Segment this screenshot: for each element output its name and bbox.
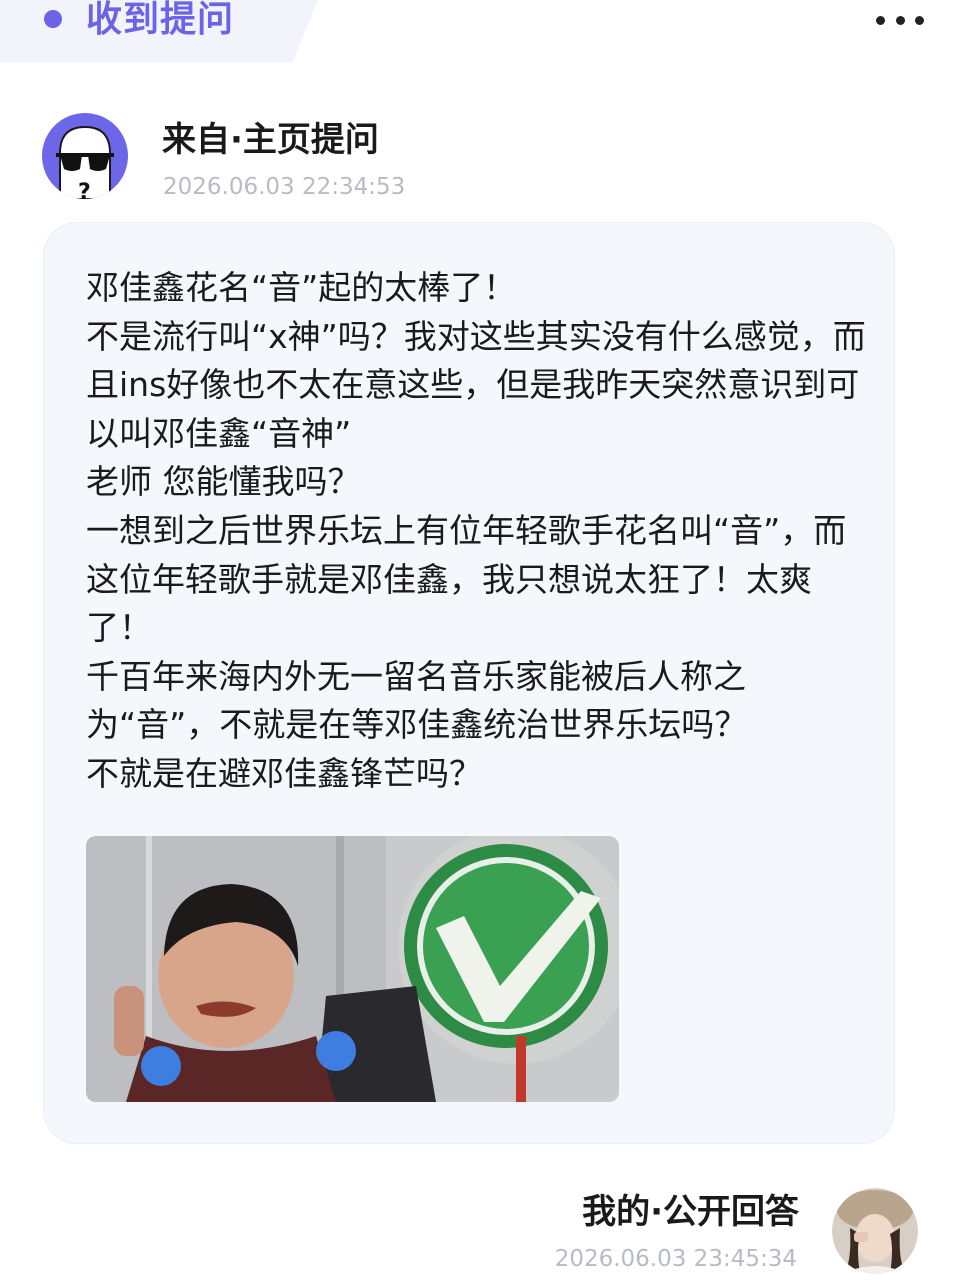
answer-timestamp: 2026.06.03 23:45:34 xyxy=(554,1246,797,1272)
more-dots-icon xyxy=(876,15,885,25)
answerer-avatar[interactable] xyxy=(832,1188,918,1274)
asker-avatar[interactable]: ? xyxy=(42,113,128,199)
page-title: 收到提问 xyxy=(86,0,235,40)
answer-label: 我的·公开回答 xyxy=(582,1192,799,1232)
asker-timestamp: 2026.06.03 22:34:53 xyxy=(163,174,406,200)
question-text: 邓佳鑫花名“音”起的太棒了！ 不是流行叫“x神”吗？我对这些其实没有什么感觉，而… xyxy=(86,268,866,793)
asker-name: 来自·主页提问 xyxy=(162,120,379,160)
question-image[interactable] xyxy=(86,836,619,1102)
anonymous-sunglasses-avatar-icon: ? xyxy=(42,113,128,199)
user-photo-avatar-icon xyxy=(832,1188,918,1274)
meme-photo-with-check-icon xyxy=(86,836,619,1102)
svg-text:?: ? xyxy=(78,180,91,199)
more-options-button[interactable] xyxy=(876,6,924,34)
header-dot-icon xyxy=(44,10,62,28)
